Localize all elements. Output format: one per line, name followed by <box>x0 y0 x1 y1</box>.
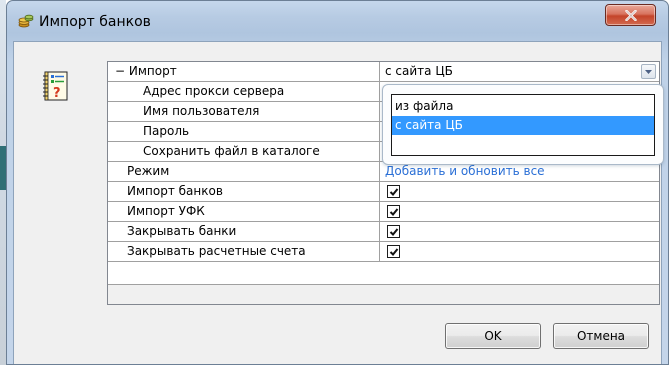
combo-dropdown-button[interactable] <box>641 64 656 79</box>
ok-button[interactable]: OK <box>445 323 541 349</box>
checkmark-icon <box>389 208 399 216</box>
checkmark-icon <box>389 188 399 196</box>
row-label: Имя пользователя <box>108 102 380 121</box>
grid-row-close-banks[interactable]: Закрывать банки <box>108 222 659 242</box>
grid-status-area <box>108 284 659 304</box>
row-label: Сохранить файл в каталоге <box>108 142 380 161</box>
combo-value: с сайта ЦБ <box>385 64 453 78</box>
dropdown-option-from-file[interactable]: из файла <box>392 97 654 116</box>
row-label: Закрывать расчетные счета <box>108 242 380 261</box>
close-banks-value <box>381 222 659 241</box>
close-button[interactable] <box>605 4 656 26</box>
close-banks-checkbox[interactable] <box>387 225 400 238</box>
row-label: Импорт УФК <box>108 202 380 221</box>
import-banks-value <box>381 182 659 201</box>
import-source-combo[interactable]: с сайта ЦБ <box>381 62 659 81</box>
chevron-down-icon <box>645 69 652 74</box>
help-notebook-icon: ? <box>41 70 71 102</box>
close-accounts-checkbox[interactable] <box>387 245 400 258</box>
grid-row-close-accounts[interactable]: Закрывать расчетные счета <box>108 242 659 262</box>
import-ufk-value <box>381 202 659 221</box>
close-accounts-value <box>381 242 659 261</box>
dropdown-list[interactable]: из файла с сайта ЦБ <box>391 94 655 156</box>
grid-row-import[interactable]: − Импорт с сайта ЦБ <box>108 62 659 82</box>
svg-text:?: ? <box>53 86 61 101</box>
grid-row-mode[interactable]: Режим Добавить и обновить все <box>108 162 659 182</box>
row-label: Адрес прокси сервера <box>108 82 380 101</box>
row-label: − Импорт <box>108 62 380 81</box>
checkmark-icon <box>389 228 399 236</box>
row-label: Импорт банков <box>108 182 380 201</box>
import-banks-dialog: Импорт банков ? − Импорт с сайта ЦБ Адре… <box>6 0 669 365</box>
grid-row-import-ufk[interactable]: Импорт УФК <box>108 202 659 222</box>
import-source-dropdown: из файла с сайта ЦБ <box>382 84 664 165</box>
title-bar[interactable]: Импорт банков <box>7 1 668 41</box>
cancel-button[interactable]: Отмена <box>553 323 649 349</box>
checkmark-icon <box>389 248 399 256</box>
import-banks-checkbox[interactable] <box>387 185 400 198</box>
grid-row-import-banks[interactable]: Импорт банков <box>108 182 659 202</box>
row-label: Режим <box>108 162 380 181</box>
empty-cell <box>108 262 380 284</box>
import-ufk-checkbox[interactable] <box>387 205 400 218</box>
row-label: Закрывать банки <box>108 222 380 241</box>
row-label: Пароль <box>108 122 380 141</box>
dropdown-option-from-cb-site[interactable]: с сайта ЦБ <box>392 116 654 135</box>
grid-empty-row <box>108 262 659 284</box>
window-title: Импорт банков <box>39 14 151 30</box>
close-icon <box>624 9 637 21</box>
coins-icon <box>18 14 34 28</box>
